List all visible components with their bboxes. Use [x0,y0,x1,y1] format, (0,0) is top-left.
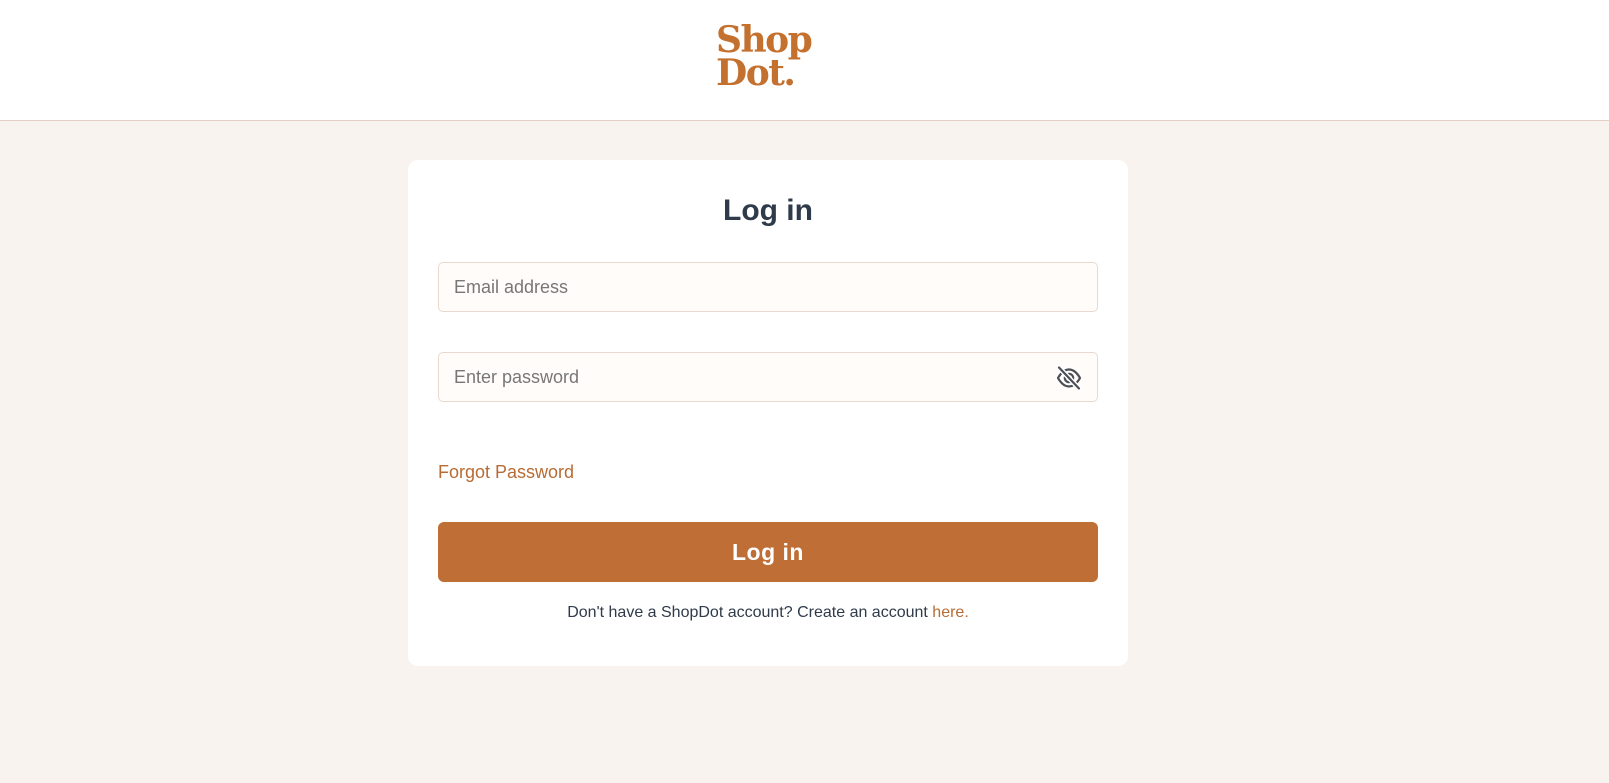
logo-word-dot: Dot [716,52,785,94]
login-card: Log in Forgot Password Log in Don't have… [408,160,1128,666]
logo-period: . [783,52,796,94]
create-account-link[interactable]: here. [932,604,968,621]
forgot-password-link[interactable]: Forgot Password [438,462,574,483]
site-header: Shop Dot. [0,0,1609,121]
shopdot-logo[interactable]: Shop Dot. [716,22,816,94]
logo-line-2: Dot. [716,55,816,91]
signup-prompt: Don't have a ShopDot account? Create an … [408,604,1128,622]
email-field-container [438,262,1098,312]
password-field[interactable] [439,353,1097,401]
login-button[interactable]: Log in [438,522,1098,582]
page-title: Log in [723,194,813,227]
signup-prompt-text: Don't have a ShopDot account? Create an … [567,604,928,621]
eye-off-icon[interactable] [1055,365,1083,391]
password-field-container [438,352,1098,402]
email-field[interactable] [439,263,1097,311]
